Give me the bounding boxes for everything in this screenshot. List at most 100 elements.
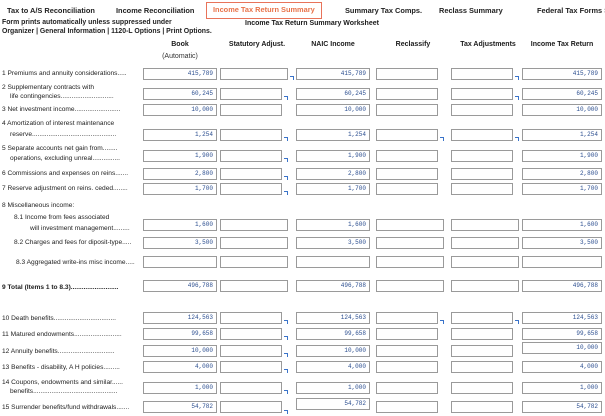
cell-reclassify-write-ins[interactable]	[376, 256, 444, 268]
cell-statutory-supplementary[interactable]	[220, 88, 282, 100]
cell-taxadj-total[interactable]	[451, 280, 519, 292]
cell-book-total[interactable]: 496,788	[143, 280, 217, 292]
cell-reclassify-separate-accounts[interactable]	[376, 150, 438, 162]
cell-reclassify-commissions[interactable]	[376, 168, 438, 180]
cell-naic-premiums[interactable]: 415,789	[296, 68, 370, 80]
cell-itr-charges[interactable]: 3,500	[522, 237, 602, 249]
cell-naic-fees[interactable]: 1,600	[296, 219, 370, 231]
cell-book-surrender-benefits[interactable]: 54,782	[143, 401, 217, 413]
cell-statutory-surrender-benefits[interactable]	[220, 401, 282, 413]
cell-book-supplementary[interactable]: 60,245	[143, 88, 217, 100]
cell-taxadj-annuity-benefits[interactable]	[451, 345, 513, 357]
tab-federal-tax-forms-summary[interactable]: Federal Tax Forms Summar	[537, 4, 605, 18]
cell-naic-total[interactable]: 496,788	[296, 280, 370, 292]
cell-book-reserve-adjustment[interactable]: 1,700	[143, 183, 217, 195]
link-arrow-icon[interactable]	[284, 390, 289, 395]
cell-reclassify-charges[interactable]	[376, 237, 444, 249]
cell-reclassify-reserve-adjustment[interactable]	[376, 183, 438, 195]
cell-statutory-charges[interactable]	[220, 237, 288, 249]
cell-statutory-amortization[interactable]	[220, 129, 282, 141]
cell-statutory-fees[interactable]	[220, 219, 288, 231]
cell-statutory-annuity-benefits[interactable]	[220, 345, 282, 357]
cell-naic-disability-benefits[interactable]: 4,000	[296, 361, 370, 373]
cell-book-separate-accounts[interactable]: 1,900	[143, 150, 217, 162]
cell-reclassify-surrender-benefits[interactable]	[376, 401, 438, 413]
cell-itr-fees[interactable]: 1,600	[522, 219, 602, 231]
cell-naic-supplementary[interactable]: 60,245	[296, 88, 370, 100]
link-arrow-icon[interactable]	[515, 76, 520, 81]
cell-book-amortization[interactable]: 1,254	[143, 129, 217, 141]
cell-itr-reserve-adjustment[interactable]: 1,700	[522, 183, 602, 195]
cell-statutory-total[interactable]	[220, 280, 288, 292]
tab-summary-tax-comps[interactable]: Summary Tax Comps.	[345, 4, 422, 18]
cell-itr-amortization[interactable]: 1,254	[522, 129, 602, 141]
cell-itr-annuity-benefits[interactable]: 10,000	[522, 342, 602, 354]
cell-naic-matured-endowments[interactable]: 99,658	[296, 328, 370, 340]
cell-statutory-disability-benefits[interactable]	[220, 361, 282, 373]
cell-taxadj-separate-accounts[interactable]	[451, 150, 513, 162]
link-arrow-icon[interactable]	[284, 369, 289, 374]
cell-taxadj-amortization[interactable]	[451, 129, 513, 141]
link-arrow-icon[interactable]	[515, 320, 520, 325]
cell-reclassify-matured-endowments[interactable]	[376, 328, 438, 340]
cell-naic-coupons[interactable]: 1,000	[296, 382, 370, 394]
link-arrow-icon[interactable]	[284, 176, 289, 181]
cell-itr-total[interactable]: 496,788	[522, 280, 602, 292]
cell-itr-disability-benefits[interactable]: 4,000	[522, 361, 602, 373]
cell-itr-separate-accounts[interactable]: 1,900	[522, 150, 602, 162]
cell-book-matured-endowments[interactable]: 99,658	[143, 328, 217, 340]
tab-reclass-summary[interactable]: Reclass Summary	[439, 4, 503, 18]
cell-itr-write-ins[interactable]	[522, 256, 602, 268]
cell-taxadj-coupons[interactable]	[451, 382, 513, 394]
cell-taxadj-write-ins[interactable]	[451, 256, 519, 268]
cell-book-death-benefits[interactable]: 124,563	[143, 312, 217, 324]
cell-taxadj-fees[interactable]	[451, 219, 519, 231]
link-arrow-icon[interactable]	[284, 410, 289, 415]
cell-taxadj-disability-benefits[interactable]	[451, 361, 513, 373]
cell-taxadj-charges[interactable]	[451, 237, 519, 249]
cell-taxadj-surrender-benefits[interactable]	[451, 401, 513, 413]
cell-naic-write-ins[interactable]	[296, 256, 370, 268]
cell-reclassify-net-investment[interactable]	[376, 104, 438, 116]
cell-taxadj-commissions[interactable]	[451, 168, 513, 180]
cell-itr-surrender-benefits[interactable]: 54,782	[522, 401, 602, 413]
cell-naic-separate-accounts[interactable]: 1,900	[296, 150, 370, 162]
link-arrow-icon[interactable]	[284, 320, 289, 325]
cell-itr-death-benefits[interactable]: 124,563	[522, 312, 602, 324]
cell-book-commissions[interactable]: 2,800	[143, 168, 217, 180]
cell-reclassify-death-benefits[interactable]	[376, 312, 438, 324]
cell-taxadj-net-investment[interactable]	[451, 104, 513, 116]
link-arrow-icon[interactable]	[284, 336, 289, 341]
cell-itr-supplementary[interactable]: 60,245	[522, 88, 602, 100]
cell-statutory-commissions[interactable]	[220, 168, 282, 180]
cell-reclassify-amortization[interactable]	[376, 129, 438, 141]
cell-book-disability-benefits[interactable]: 4,000	[143, 361, 217, 373]
cell-taxadj-supplementary[interactable]	[451, 88, 513, 100]
link-arrow-icon[interactable]	[284, 353, 289, 358]
cell-reclassify-coupons[interactable]	[376, 382, 438, 394]
cell-itr-net-investment[interactable]: 10,000	[522, 104, 602, 116]
link-arrow-icon[interactable]	[284, 137, 289, 142]
cell-reclassify-supplementary[interactable]	[376, 88, 438, 100]
cell-taxadj-premiums[interactable]	[451, 68, 513, 80]
cell-reclassify-premiums[interactable]	[376, 68, 438, 80]
cell-book-fees[interactable]: 1,600	[143, 219, 217, 231]
link-arrow-icon[interactable]	[515, 137, 520, 142]
cell-naic-commissions[interactable]: 2,800	[296, 168, 370, 180]
cell-book-premiums[interactable]: 415,789	[143, 68, 217, 80]
cell-statutory-write-ins[interactable]	[220, 256, 288, 268]
tab-income-reconciliation[interactable]: Income Reconciliation	[116, 4, 194, 18]
cell-statutory-coupons[interactable]	[220, 382, 282, 394]
cell-statutory-premiums[interactable]	[220, 68, 288, 80]
cell-naic-net-investment[interactable]: 10,000	[296, 104, 370, 116]
cell-naic-death-benefits[interactable]: 124,563	[296, 312, 370, 324]
cell-taxadj-matured-endowments[interactable]	[451, 328, 513, 340]
cell-book-charges[interactable]: 3,500	[143, 237, 217, 249]
cell-naic-surrender-benefits[interactable]: 54,782	[296, 398, 370, 410]
link-arrow-icon[interactable]	[290, 76, 295, 81]
link-arrow-icon[interactable]	[284, 158, 289, 163]
cell-itr-commissions[interactable]: 2,800	[522, 168, 602, 180]
link-arrow-icon[interactable]	[515, 96, 520, 101]
cell-statutory-death-benefits[interactable]	[220, 312, 282, 324]
cell-statutory-separate-accounts[interactable]	[220, 150, 282, 162]
